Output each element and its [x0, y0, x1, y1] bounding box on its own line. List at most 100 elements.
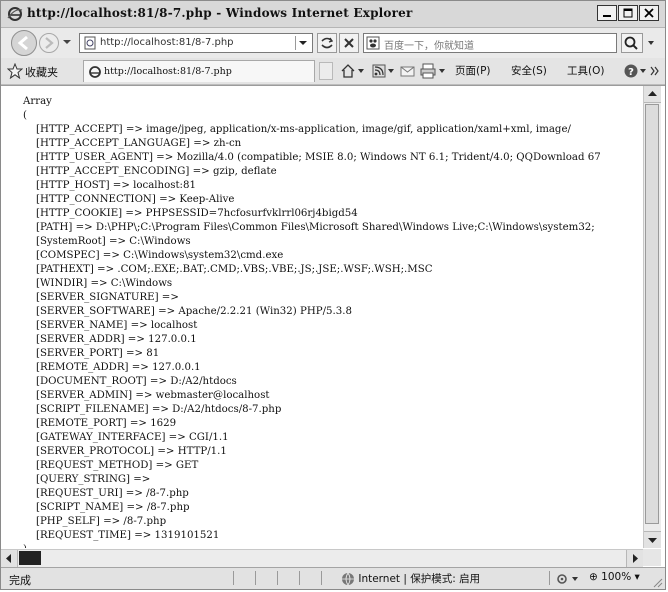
back-icon — [17, 35, 28, 51]
address-input[interactable]: http://localhost:81/8-7.php — [79, 33, 313, 53]
search-placeholder: 百度一下，你就知道 — [384, 41, 474, 52]
entry-key: [SCRIPT_NAME] — [35, 502, 124, 513]
array-entry: [HTTP_ACCEPT] => image/jpeg, application… — [35, 124, 571, 135]
history-dropdown-icon[interactable] — [62, 37, 72, 47]
entry-value: 1629 — [150, 418, 177, 429]
array-entry: [SERVER_SOFTWARE] => Apache/2.2.21 (Win3… — [35, 306, 352, 317]
print-icon — [420, 63, 445, 79]
scroll-down-button[interactable] — [644, 531, 661, 548]
entry-key: [PATHEXT] — [35, 264, 94, 275]
zoom-level[interactable]: ⊕ 100% ▾ — [589, 571, 640, 583]
entry-key: [WINDIR] — [35, 278, 88, 289]
status-bar: 完成 Internet | 保护模式: 启用 ⊕ 100% ▾ — [1, 567, 665, 589]
home-icon — [341, 64, 364, 78]
entry-key: [SERVER_SIGNATURE] — [35, 292, 159, 303]
entry-value: Mozilla/4.0 (compatible; MSIE 8.0; Windo… — [176, 152, 601, 163]
entry-value: webmaster@localhost — [155, 390, 270, 401]
entry-value: D:/A2/htdocs/8-7.php — [172, 404, 282, 415]
mail-button[interactable] — [399, 63, 417, 79]
array-entry: [REQUEST_URI] => /8-7.php — [35, 488, 189, 499]
feeds-button[interactable] — [371, 63, 397, 79]
search-icon — [624, 36, 638, 50]
entry-value: localhost — [150, 320, 198, 331]
entry-value: 1319101521 — [154, 530, 220, 541]
entry-key: [HTTP_USER_AGENT] — [35, 152, 153, 163]
entry-value: Keep-Alive — [179, 194, 235, 205]
array-entry: [HTTP_ACCEPT_LANGUAGE] => zh-cn — [35, 138, 242, 149]
search-options-dropdown-icon[interactable] — [645, 33, 657, 53]
entry-key: [SERVER_NAME] — [35, 320, 128, 331]
entry-value: 127.0.0.1 — [148, 334, 197, 345]
help-icon: ? — [624, 64, 659, 78]
array-entry: [SERVER_ADMIN] => webmaster@localhost — [35, 390, 270, 401]
forward-button[interactable] — [39, 33, 59, 53]
entry-value: GET — [175, 460, 199, 471]
entry-key: [HTTP_CONNECTION] — [35, 194, 156, 205]
feeds-icon — [372, 64, 394, 78]
entry-value: HTTP/1.1 — [177, 446, 227, 457]
arrow-up-icon — [648, 91, 657, 96]
arrow-left-icon — [6, 554, 11, 563]
favorites-command-bar: 收藏夹 http://localhost:81/8-7.php 页面(P) 安全… — [1, 58, 665, 85]
address-toolbar: http://localhost:81/8-7.php 百度一下，你就知道 — [1, 28, 665, 58]
entry-key: [GATEWAY_INTERFACE] — [35, 432, 166, 443]
status-pane — [255, 571, 274, 585]
entry-key: [COMSPEC] — [35, 250, 100, 261]
scroll-up-button[interactable] — [644, 86, 661, 103]
page-menu[interactable]: 页面(P) — [455, 63, 491, 79]
home-button[interactable] — [339, 63, 369, 79]
compatibility-refresh-button[interactable] — [317, 33, 337, 53]
browser-window: http://localhost:81/8-7.php - Windows In… — [0, 0, 666, 590]
minimize-button[interactable] — [597, 5, 617, 21]
entry-key: [PHP_SELF] — [35, 516, 100, 527]
entry-value: D:\PHP\;C:\Program Files\Common Files\Mi… — [95, 222, 595, 233]
security-zone[interactable]: Internet | 保护模式: 启用 — [341, 571, 480, 587]
document-viewport: Array ( [HTTP_ACCEPT] => image/jpeg, appl… — [1, 86, 643, 548]
array-entry: [PATH] => D:\PHP\;C:\Program Files\Commo… — [35, 222, 595, 233]
scrollbar-corner — [643, 549, 661, 566]
horizontal-scrollbar[interactable] — [1, 549, 643, 567]
print-button[interactable] — [419, 63, 449, 79]
entry-key: [DOCUMENT_ROOT] — [35, 376, 147, 387]
array-entry: [HTTP_CONNECTION] => Keep-Alive — [35, 194, 235, 205]
vertical-scrollbar[interactable] — [643, 86, 661, 548]
safety-menu[interactable]: 安全(S) — [511, 63, 547, 79]
scroll-left-button[interactable] — [1, 550, 18, 567]
vertical-scroll-thumb[interactable] — [645, 104, 659, 524]
entry-value: CGI/1.1 — [189, 432, 229, 443]
array-entry: [PHP_SELF] => /8-7.php — [35, 516, 167, 527]
privacy-button[interactable] — [553, 571, 583, 587]
status-pane — [277, 571, 296, 585]
search-input[interactable]: 百度一下，你就知道 — [363, 33, 617, 53]
search-button[interactable] — [621, 33, 643, 53]
arrow-right-icon — [633, 554, 638, 563]
entry-key: [HTTP_ACCEPT_ENCODING] — [35, 166, 190, 177]
forward-icon — [45, 37, 54, 49]
entry-key: [REQUEST_METHOD] — [35, 460, 153, 471]
chevron-down-icon[interactable] — [295, 36, 310, 50]
entry-value: /8-7.php — [146, 502, 190, 513]
scroll-right-button[interactable] — [626, 550, 643, 567]
entry-key: [HTTP_ACCEPT] — [35, 124, 123, 135]
back-button[interactable] — [11, 30, 37, 56]
entry-key: [SERVER_ADDR] — [35, 334, 125, 345]
ie-icon — [7, 6, 23, 22]
help-button[interactable]: ? — [623, 63, 663, 79]
tools-menu[interactable]: 工具(O) — [567, 63, 604, 79]
entry-value: /8-7.php — [123, 516, 167, 527]
entry-value: gzip, deflate — [212, 166, 277, 177]
maximize-button[interactable] — [618, 5, 638, 21]
entry-key: [HTTP_COOKIE] — [35, 208, 123, 219]
stop-button[interactable] — [339, 33, 359, 53]
horizontal-scroll-thumb[interactable] — [19, 551, 41, 565]
array-entries: [HTTP_ACCEPT] => image/jpeg, application… — [23, 123, 601, 543]
favorites-button[interactable]: 收藏夹 — [25, 64, 58, 80]
array-entry: [SCRIPT_FILENAME] => D:/A2/htdocs/8-7.ph… — [35, 404, 282, 415]
zoom-icon: ⊕ — [589, 571, 598, 583]
array-entry: [SERVER_NAME] => localhost — [35, 320, 198, 331]
close-button[interactable] — [639, 5, 659, 21]
resize-grip-icon[interactable] — [651, 576, 663, 588]
globe-icon — [342, 572, 354, 586]
tab-current[interactable]: http://localhost:81/8-7.php — [83, 60, 315, 82]
new-tab-button[interactable] — [319, 62, 333, 80]
